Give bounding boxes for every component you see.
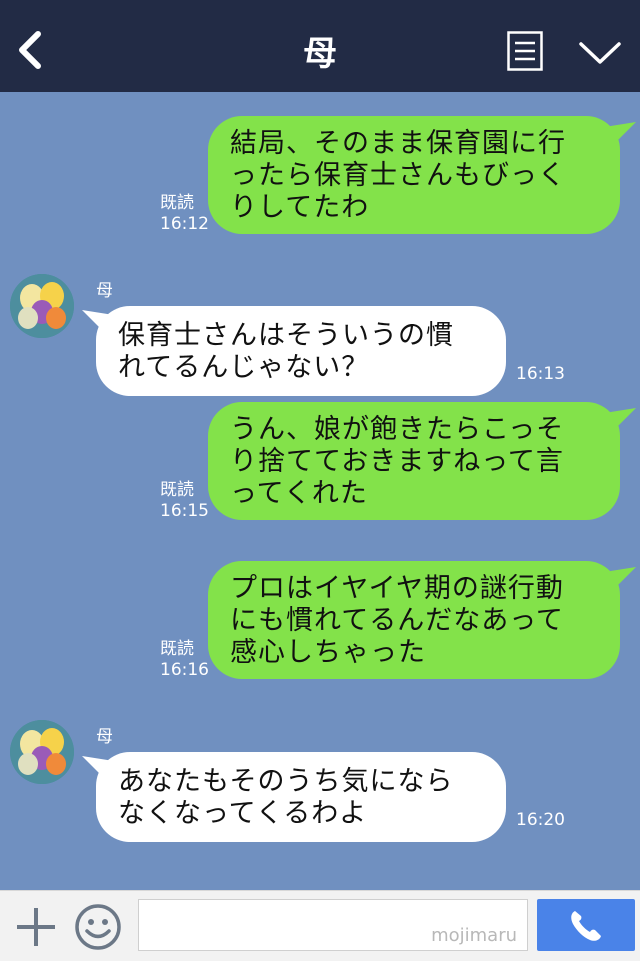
message-bubble[interactable]: あなたもそのうち気になら なくなってくるわよ: [96, 752, 506, 842]
message-time: 16:20: [516, 810, 565, 830]
avatar[interactable]: [10, 720, 74, 784]
read-label: 既読: [160, 193, 194, 213]
read-receipt: 既読 16:16: [160, 639, 209, 681]
input-bar: mojimaru: [0, 890, 640, 961]
read-receipt: 既読 16:15: [160, 480, 209, 522]
chat-header: 母: [0, 0, 640, 92]
message-bubble[interactable]: プロはイヤイヤ期の謎行動 にも慣れてるんだなあって 感心しちゃった: [208, 561, 620, 679]
sender-name: 母: [96, 727, 113, 747]
message-bubble[interactable]: うん、娘が飽きたらこっそ り捨てておきますねって言 ってくれた: [208, 402, 620, 520]
watermark: mojimaru: [431, 925, 517, 946]
avatar[interactable]: [10, 274, 74, 338]
phone-icon: [571, 911, 601, 941]
smiley-icon[interactable]: [74, 903, 122, 951]
chevron-down-icon[interactable]: [578, 38, 622, 68]
message-time: 16:13: [516, 364, 565, 384]
message-bubble[interactable]: 保育士さんはそういうの慣 れてるんじゃない？: [96, 306, 506, 396]
sender-name: 母: [96, 281, 113, 301]
message-time: 16:15: [160, 501, 209, 521]
read-receipt: 既読 16:12: [160, 193, 209, 235]
message-time: 16:12: [160, 214, 209, 234]
chat-title: 母: [303, 34, 337, 74]
read-label: 既読: [160, 480, 194, 500]
message-time: 16:16: [160, 660, 209, 680]
menu-icon[interactable]: [507, 31, 543, 71]
balloons-icon: [10, 720, 74, 784]
read-label: 既読: [160, 639, 194, 659]
balloons-icon: [10, 274, 74, 338]
plus-icon[interactable]: [14, 905, 58, 949]
call-button[interactable]: [537, 899, 635, 951]
message-bubble[interactable]: 結局、そのまま保育園に行 ったら保育士さんもびっく りしてたわ: [208, 116, 620, 234]
message-input[interactable]: mojimaru: [138, 899, 528, 951]
